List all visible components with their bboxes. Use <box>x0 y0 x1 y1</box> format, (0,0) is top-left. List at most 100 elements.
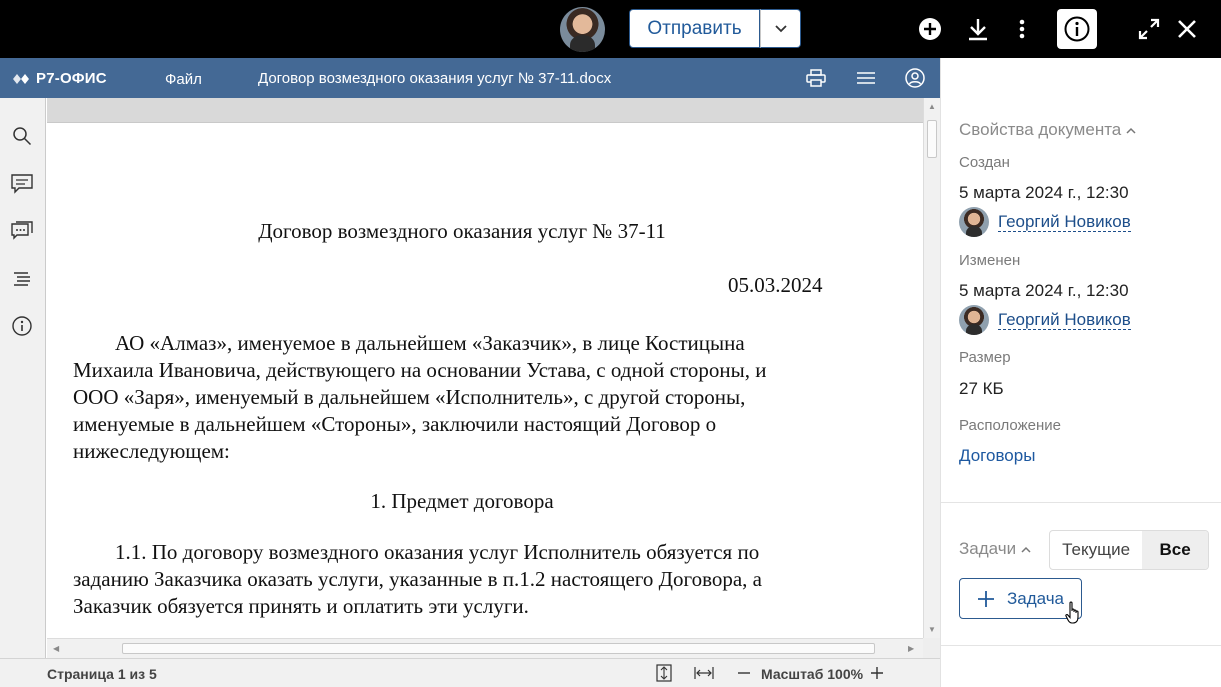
chat-icon <box>11 221 33 240</box>
status-bar: Страница 1 из 5 Масштаб 100% <box>0 658 940 687</box>
tasks-title: Задачи <box>959 539 1017 558</box>
page-counter[interactable]: Страница 1 из 5 <box>47 666 157 682</box>
document-page[interactable]: Договор возмездного оказания услуг № 37-… <box>47 123 923 638</box>
scroll-left-icon[interactable]: ◀ <box>53 644 59 653</box>
top-bar: Отправить <box>0 0 1221 58</box>
user-avatar[interactable] <box>560 7 605 52</box>
menu-button[interactable] <box>854 67 878 89</box>
fit-page-button[interactable] <box>654 664 674 682</box>
print-icon <box>806 69 826 87</box>
info-icon <box>1064 16 1090 42</box>
close-icon <box>1178 20 1196 38</box>
menu-icon <box>857 72 875 84</box>
zoom-level[interactable]: Масштаб 100% <box>761 666 863 682</box>
chevron-up-icon <box>1126 127 1136 134</box>
doc-line: ООО «Заря», именуемый в дальнейшем «Испо… <box>73 385 746 409</box>
zoom-in-button[interactable] <box>867 664 887 682</box>
doc-line: именуемые в дальнейшем «Стороны», заключ… <box>73 412 717 436</box>
plus-circle-icon <box>919 18 941 40</box>
fullscreen-button[interactable] <box>1132 12 1166 46</box>
fit-width-icon <box>694 667 714 679</box>
doc-heading: Договор возмездного оказания услуг № 37-… <box>258 219 666 243</box>
scroll-down-icon[interactable]: ▼ <box>928 625 936 634</box>
doc-line: 1.1. По договору возмездного оказания ус… <box>115 540 760 564</box>
modified-by-link[interactable]: Георгий Новиков <box>998 310 1131 330</box>
add-task-button[interactable]: Задача <box>959 578 1082 619</box>
doc-info-button[interactable] <box>10 314 34 338</box>
info-panel: Свойства документа Создан 5 марта 2024 г… <box>940 58 1221 687</box>
fit-width-button[interactable] <box>694 664 714 682</box>
plus-icon <box>871 667 883 679</box>
doc-line: АО «Алмаз», именуемое в дальнейшем «Зака… <box>115 331 745 355</box>
chevron-up-icon <box>1021 546 1031 553</box>
doc-line: Михаила Ивановича, действующего на основ… <box>73 358 767 382</box>
created-value: 5 марта 2024 г., 12:30 <box>959 183 1129 202</box>
zoom-out-button[interactable] <box>734 664 754 682</box>
document-title: Договор возмездного оказания услуг № 37-… <box>258 70 612 87</box>
modified-label: Изменен <box>959 252 1021 269</box>
tab-current[interactable]: Текущие <box>1050 531 1142 569</box>
properties-toggle[interactable]: Свойства документа <box>959 120 1136 140</box>
minus-icon <box>738 672 750 674</box>
tab-all[interactable]: Все <box>1142 531 1208 569</box>
location-label: Расположение <box>959 417 1061 434</box>
horizontal-scroll-thumb[interactable] <box>122 643 875 654</box>
vertical-scrollbar[interactable]: ▲ ▼ <box>923 98 940 638</box>
created-by-link[interactable]: Георгий Новиков <box>998 212 1131 232</box>
scroll-up-icon[interactable]: ▲ <box>928 102 936 111</box>
tasks-toggle[interactable]: Задачи <box>959 539 1031 559</box>
search-button[interactable] <box>10 124 34 148</box>
document-area: Договор возмездного оказания услуг № 37-… <box>47 98 940 658</box>
chevron-down-icon <box>774 24 787 32</box>
user-button[interactable] <box>903 67 927 89</box>
logo-text: Р7-ОФИС <box>36 70 107 87</box>
vertical-scroll-thumb[interactable] <box>927 120 937 158</box>
download-button[interactable] <box>961 12 995 46</box>
doc-line: нижеследующем: <box>73 439 230 463</box>
left-sidebar <box>0 98 46 658</box>
navigation-icon <box>14 272 30 286</box>
logo-diamonds-icon <box>13 73 29 84</box>
ruler <box>47 98 923 123</box>
created-by: Георгий Новиков <box>959 207 1131 237</box>
avatar <box>959 305 989 335</box>
send-options-button[interactable] <box>760 9 801 48</box>
modified-by: Георгий Новиков <box>959 305 1131 335</box>
editor-header: Р7-ОФИС Файл Договор возмездного оказани… <box>0 58 940 98</box>
scroll-right-icon[interactable]: ▶ <box>908 644 914 653</box>
size-value: 27 КБ <box>959 379 1004 398</box>
chat-button[interactable] <box>10 219 34 243</box>
expand-icon <box>1138 18 1160 40</box>
fit-page-icon <box>656 664 672 682</box>
plus-icon <box>977 590 994 607</box>
location-link[interactable]: Договоры <box>959 446 1035 466</box>
doc-date: 05.03.2024 <box>728 273 823 297</box>
avatar <box>959 207 989 237</box>
navigation-button[interactable] <box>10 267 34 291</box>
properties-title: Свойства документа <box>959 120 1122 139</box>
hand-cursor-icon <box>1065 601 1079 624</box>
created-label: Создан <box>959 154 1010 171</box>
send-button[interactable]: Отправить <box>629 9 760 48</box>
divider <box>941 502 1221 503</box>
user-icon <box>905 68 925 88</box>
info-icon <box>12 316 32 336</box>
tasks-filter: Текущие Все <box>1049 530 1209 570</box>
file-menu[interactable]: Файл <box>165 71 202 88</box>
divider <box>941 645 1221 646</box>
info-toggle-button[interactable] <box>1057 9 1097 49</box>
horizontal-scrollbar[interactable]: ◀ ▶ <box>47 638 923 658</box>
comments-button[interactable] <box>10 172 34 196</box>
doc-line: заданию Заказчика оказать услуги, указан… <box>73 567 762 591</box>
add-task-label: Задача <box>1006 588 1065 608</box>
close-button[interactable] <box>1170 12 1204 46</box>
modified-value: 5 марта 2024 г., 12:30 <box>959 281 1129 300</box>
size-label: Размер <box>959 349 1011 366</box>
doc-line: Заказчик обязуется принять и оплатить эт… <box>73 594 529 618</box>
comment-icon <box>11 174 33 194</box>
more-button[interactable] <box>1005 12 1039 46</box>
print-button[interactable] <box>804 67 828 89</box>
download-icon <box>969 19 987 41</box>
add-button[interactable] <box>913 12 947 46</box>
doc-section-heading: 1. Предмет договора <box>370 489 554 513</box>
